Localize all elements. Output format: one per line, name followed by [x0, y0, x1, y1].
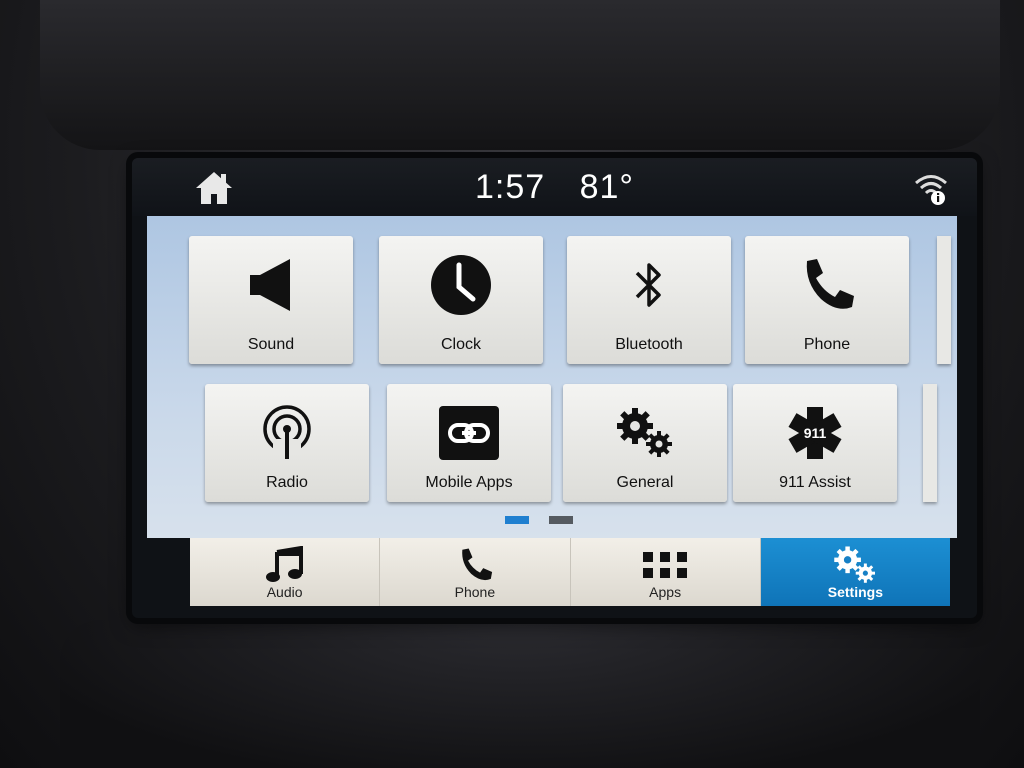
nav-phone-label: Phone: [454, 584, 496, 600]
nav-phone[interactable]: Phone: [380, 538, 571, 606]
gears-icon: [617, 408, 672, 457]
radio-tile-label: Radio: [266, 474, 308, 491]
nav-apps-label: Apps: [649, 584, 682, 600]
bluetooth-icon: [635, 263, 661, 307]
clock-icon: [431, 255, 491, 315]
phone-icon: [462, 548, 492, 581]
status-bar: 1:57 81°: [132, 158, 977, 216]
apps-grid-icon: [643, 552, 688, 578]
music-note-icon: [265, 546, 303, 582]
911-assist-tile[interactable]: 911 911 Assist: [733, 384, 897, 502]
911-badge-text: 911: [804, 425, 827, 441]
radio-icon: [263, 405, 311, 459]
nav-audio[interactable]: Audio: [190, 538, 381, 606]
wifi-info-icon[interactable]: [913, 170, 949, 206]
phone-tile[interactable]: Phone: [745, 236, 909, 364]
bluetooth-tile[interactable]: Bluetooth: [567, 236, 731, 364]
clock-time: 1:57: [474, 168, 546, 206]
link-icon: [439, 406, 499, 460]
status-readout: 1:57 81°: [132, 168, 977, 207]
general-tile-label: General: [616, 474, 674, 491]
clock-tile-label: Clock: [440, 336, 481, 353]
911-assist-tile-label: 911 Assist: [779, 474, 851, 491]
radio-tile[interactable]: Radio: [205, 384, 369, 502]
sound-tile[interactable]: Sound: [189, 236, 353, 364]
page-indicator-active[interactable]: [505, 516, 529, 524]
mobile-apps-tile-label: Mobile Apps: [425, 474, 513, 491]
outside-temperature: 81°: [579, 168, 635, 206]
next-page-tile-edge-2: [923, 384, 937, 502]
nav-audio-label: Audio: [266, 584, 303, 600]
mobile-apps-tile[interactable]: Mobile Apps: [387, 384, 551, 502]
dashboard-bezel-bottom: [60, 620, 980, 768]
infotainment-screen: 1:57 81° Sound Clock Bluetooth Phone Rad…: [132, 158, 977, 618]
phone-icon: [806, 259, 854, 309]
sound-tile-label: Sound: [247, 336, 295, 353]
nav-apps[interactable]: Apps: [571, 538, 761, 606]
bluetooth-tile-label: Bluetooth: [615, 336, 683, 353]
settings-panel: Sound Clock Bluetooth Phone Radio Mobile…: [147, 216, 957, 538]
gears-icon: [834, 546, 876, 583]
dashboard-bezel-top: [40, 0, 1000, 150]
general-tile[interactable]: General: [563, 384, 727, 502]
page-indicator-inactive[interactable]: [549, 516, 573, 524]
next-page-tile-edge: [937, 236, 951, 364]
nav-settings-label: Settings: [827, 584, 883, 600]
star-of-life-icon: 911: [788, 407, 842, 459]
clock-tile[interactable]: Clock: [379, 236, 543, 364]
nav-settings[interactable]: Settings: [760, 538, 950, 606]
phone-tile-label: Phone: [803, 336, 851, 353]
bottom-nav-bar: Audio Phone Apps Settings: [190, 538, 950, 606]
speaker-icon: [250, 259, 290, 311]
